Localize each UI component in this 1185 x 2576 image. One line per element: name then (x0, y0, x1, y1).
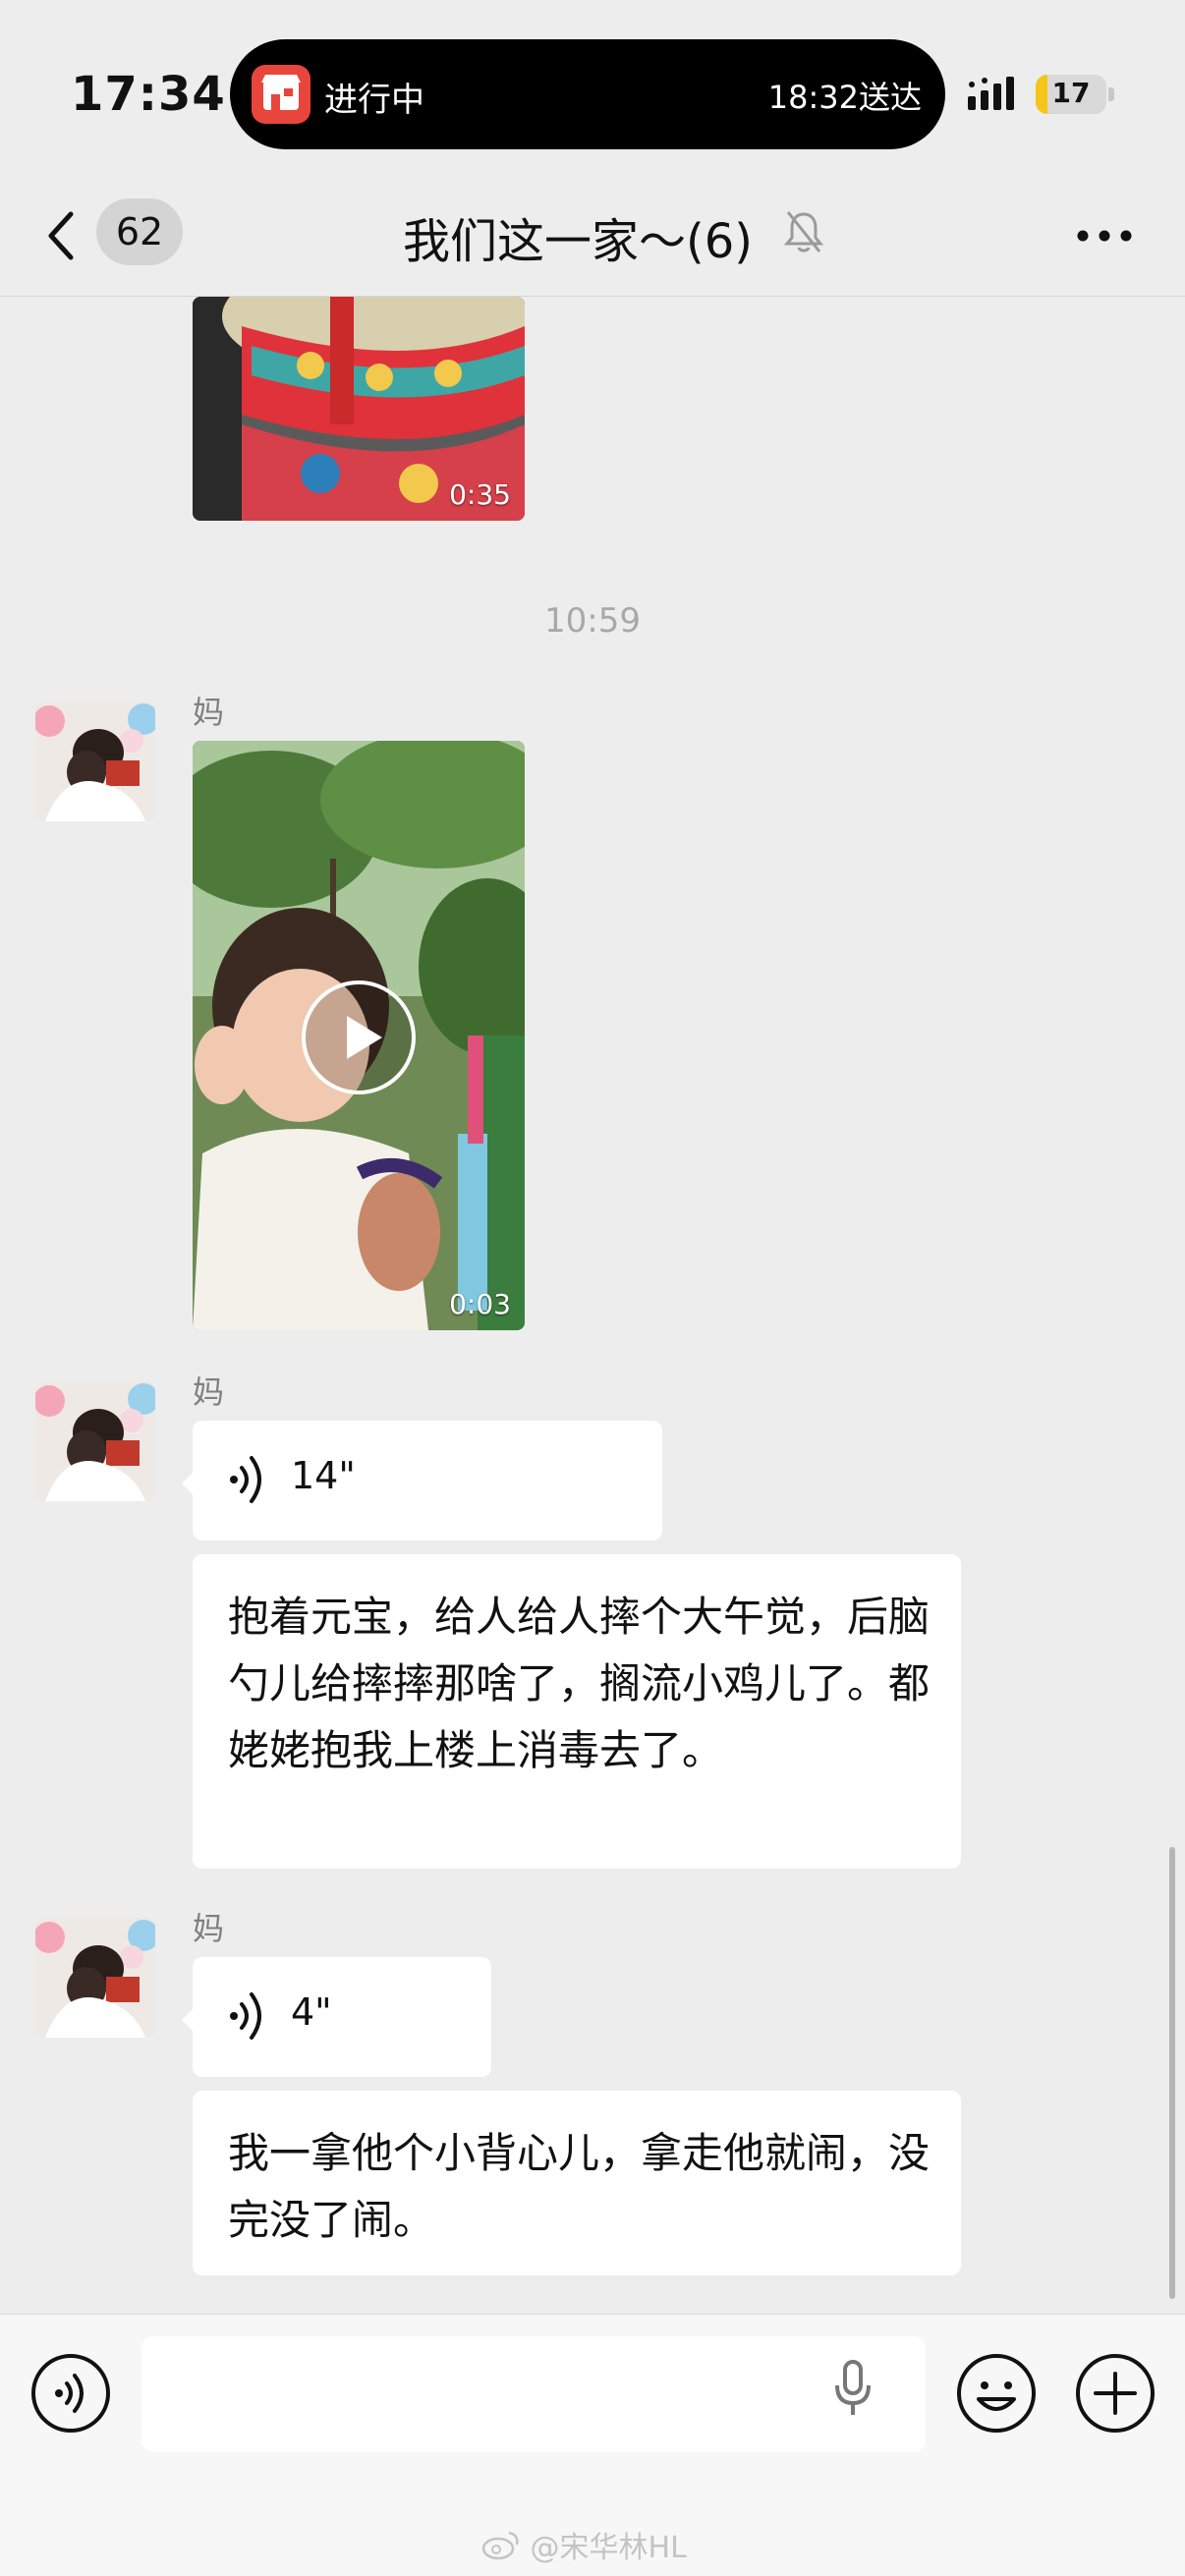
sender-name: 妈 (193, 1910, 225, 1947)
watermark: @宋华林HL (481, 2523, 687, 2566)
video-message[interactable]: 0:03 (193, 741, 525, 1330)
message-text: 抱着元宝，给人给人摔个大午觉，后脑勺儿给摔摔那啥了，搁流小鸡儿了。都姥姥抱我上楼… (228, 1593, 931, 1774)
scrollbar[interactable] (1169, 1847, 1175, 2299)
battery-tip (1108, 87, 1114, 101)
text-message[interactable]: 抱着元宝，给人给人摔个大午觉，后脑勺儿给摔摔那啥了，搁流小鸡儿了。都姥姥抱我上楼… (193, 1554, 961, 1869)
voice-message[interactable]: 14" (182, 1421, 662, 1540)
weibo-icon (481, 2531, 519, 2560)
cellular-signal-icon (968, 77, 1014, 110)
battery-indicator: 17 (1036, 75, 1106, 114)
voice-duration: 14" (291, 1454, 356, 1497)
video-duration: 0:03 (449, 1288, 511, 1320)
sender-name: 妈 (193, 1373, 225, 1411)
emoji-icon[interactable] (955, 2352, 1038, 2435)
island-status-text: 进行中 (324, 81, 424, 120)
watermark-text: @宋华林HL (530, 2531, 687, 2565)
text-message[interactable]: 我一拿他个小背心儿，拿走他就闹，没完没了闹。 (193, 2091, 961, 2275)
voice-toggle-icon[interactable] (29, 2352, 112, 2435)
unread-count-badge[interactable]: 62 (96, 198, 183, 265)
more-icon[interactable] (1075, 228, 1134, 244)
delivery-icon (252, 65, 310, 124)
mute-icon (783, 211, 824, 252)
voice-wave-icon (230, 1992, 261, 2040)
avatar[interactable] (35, 701, 155, 821)
bubble-tail (182, 1472, 194, 1495)
status-time: 17:34 (71, 67, 226, 122)
voice-duration: 4" (291, 1990, 332, 2034)
bubble-tail (182, 2008, 194, 2032)
status-bar: 17:34 进行中 18:32送达 17 (0, 0, 1185, 177)
video-duration: 0:35 (449, 478, 511, 511)
dynamic-island[interactable]: 进行中 18:32送达 (230, 39, 945, 149)
voice-message[interactable]: 4" (182, 1957, 491, 2077)
avatar[interactable] (35, 1918, 155, 2038)
message-text: 我一拿他个小背心儿，拿走他就闹，没完没了闹。 (228, 2129, 931, 2244)
message-timestamp: 10:59 (544, 601, 641, 641)
avatar[interactable] (35, 1381, 155, 1501)
island-eta-text: 18:32送达 (767, 79, 922, 116)
plus-icon[interactable] (1074, 2352, 1157, 2435)
play-icon[interactable] (300, 979, 418, 1096)
back-icon[interactable] (41, 206, 81, 265)
battery-percent: 17 (1051, 77, 1091, 109)
video-message[interactable]: 0:35 (193, 297, 525, 521)
sender-name: 妈 (193, 694, 225, 731)
input-bar: @宋华林HL (0, 2314, 1185, 2576)
voice-wave-icon (230, 1456, 261, 1503)
mic-icon[interactable] (833, 2360, 873, 2419)
message-input[interactable] (141, 2336, 926, 2452)
chat-header: 62 我们这一家～(6) (0, 177, 1185, 297)
chat-title: 我们这一家～(6) (403, 214, 753, 269)
